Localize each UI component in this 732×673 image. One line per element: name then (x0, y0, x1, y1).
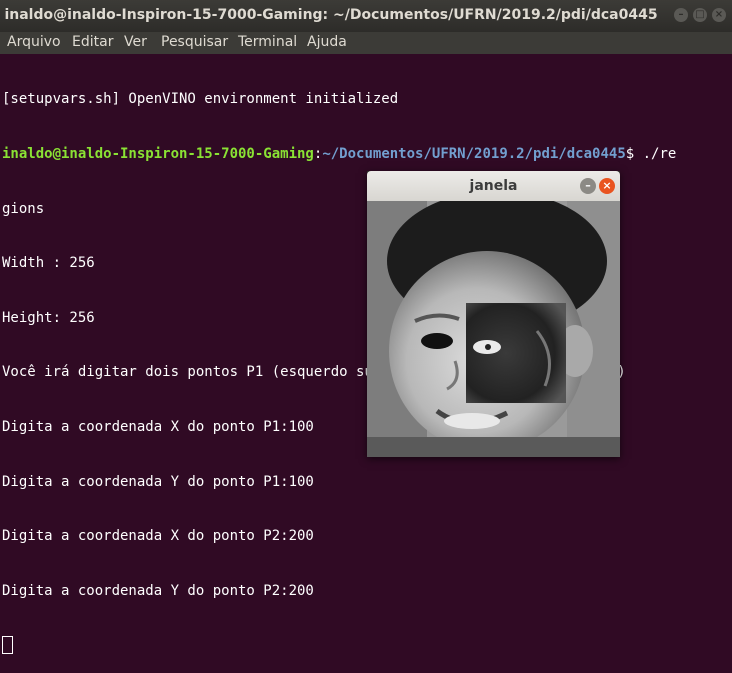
close-button[interactable]: × (712, 8, 726, 22)
prompt-path: ~/Documentos/UFRN/2019.2/pdi/dca0445 (322, 146, 626, 162)
prompt-user: inaldo@inaldo-Inspiron-15-7000-Gaming (2, 146, 314, 162)
menu-bar: Arquivo Editar Ver Pesquisar Terminal Aj… (0, 32, 732, 54)
janela-window[interactable]: janela – × (367, 171, 620, 457)
text-cursor (2, 636, 13, 655)
photo-graphic (367, 201, 620, 457)
baby-photo-image (367, 201, 620, 457)
menu-pesquisar[interactable]: Pesquisar (161, 34, 228, 50)
janela-close-button[interactable]: × (599, 178, 615, 194)
menu-terminal[interactable]: Terminal (238, 34, 297, 50)
maximize-button[interactable]: □ (693, 8, 707, 22)
menu-editar[interactable]: Editar (72, 34, 113, 50)
terminal-cursor-line (2, 636, 732, 655)
terminal-line: Digita a coordenada X do ponto P2:200 (2, 528, 314, 545)
terminal-titlebar[interactable]: inaldo@inaldo-Inspiron-15-7000-Gaming: ~… (0, 0, 732, 32)
menu-ver[interactable]: Ver (124, 34, 147, 50)
minimize-button[interactable]: – (674, 8, 688, 22)
terminal-line: Digita a coordenada Y do ponto P1:100 (2, 473, 314, 490)
terminal-line: Digita a coordenada Y do ponto P2:200 (2, 582, 314, 599)
janela-titlebar[interactable]: janela – × (367, 171, 620, 201)
menu-ajuda[interactable]: Ajuda (307, 34, 347, 50)
terminal-prompt-line: inaldo@inaldo-Inspiron-15-7000-Gaming:~/… (2, 145, 732, 163)
window-title: inaldo@inaldo-Inspiron-15-7000-Gaming: ~… (4, 7, 658, 23)
janela-minimize-button[interactable]: – (580, 178, 596, 194)
terminal-line: [setupvars.sh] OpenVINO environment init… (2, 91, 399, 108)
menu-arquivo[interactable]: Arquivo (7, 34, 61, 50)
prompt-command: $ ./re (625, 146, 677, 162)
